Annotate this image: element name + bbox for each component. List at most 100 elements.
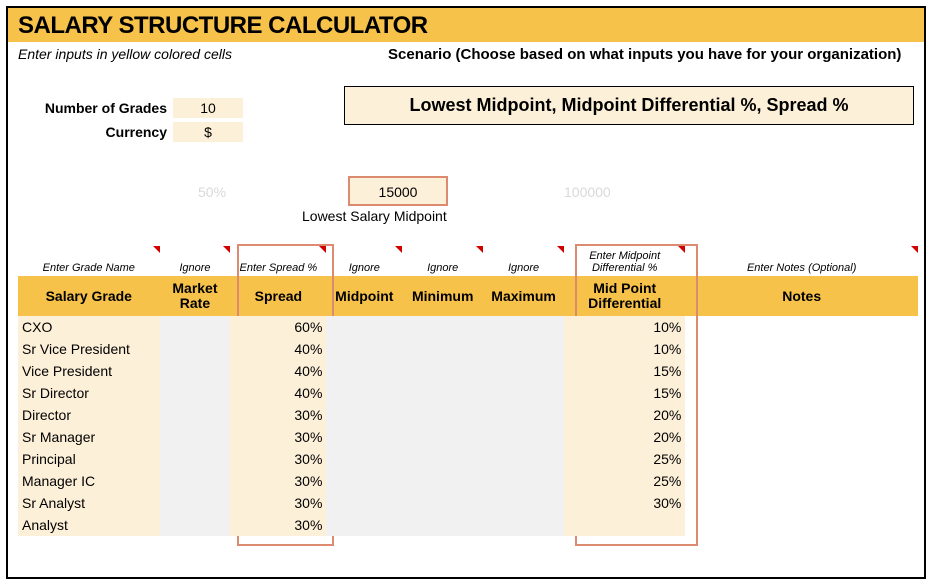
cell-spread[interactable]: 30% (230, 426, 326, 448)
cell-diff[interactable]: 10% (564, 316, 685, 338)
input-instructions: Enter inputs in yellow colored cells (18, 44, 388, 62)
cell-grade[interactable]: Sr Analyst (18, 492, 160, 514)
comment-indicator-icon (911, 246, 918, 253)
hdr-diff: Mid Point Differential (564, 276, 685, 316)
table-row: Sr Manager 30% 20% (18, 426, 918, 448)
hdr-grade: Salary Grade (18, 276, 160, 316)
comment-indicator-icon (319, 246, 326, 253)
cell-minimum (402, 360, 483, 382)
cell-diff[interactable] (564, 514, 685, 536)
cell-grade[interactable]: Analyst (18, 514, 160, 536)
table-row: Sr Vice President 40% 10% (18, 338, 918, 360)
cell-notes[interactable] (685, 514, 918, 536)
cell-midpoint (326, 470, 402, 492)
calculator-frame: SALARY STRUCTURE CALCULATOR Enter inputs… (6, 6, 926, 579)
cell-maximum (483, 426, 564, 448)
hint-midpoint: Ignore (326, 246, 402, 276)
cell-spread[interactable]: 40% (230, 338, 326, 360)
cell-maximum (483, 514, 564, 536)
cell-spread[interactable]: 30% (230, 448, 326, 470)
salary-table: Enter Grade Name Ignore Enter Spread % I… (18, 246, 918, 536)
cell-market (160, 316, 231, 338)
cell-diff[interactable]: 15% (564, 382, 685, 404)
scenario-label: Scenario (Choose based on what inputs yo… (388, 44, 901, 63)
cell-spread[interactable]: 40% (230, 360, 326, 382)
hint-row: Enter Grade Name Ignore Enter Spread % I… (18, 246, 918, 276)
cell-diff[interactable]: 20% (564, 404, 685, 426)
cell-spread[interactable]: 30% (230, 470, 326, 492)
cell-grade[interactable]: CXO (18, 316, 160, 338)
cell-diff[interactable]: 20% (564, 426, 685, 448)
cell-midpoint (326, 316, 402, 338)
cell-notes[interactable] (685, 404, 918, 426)
cell-notes[interactable] (685, 360, 918, 382)
cell-notes[interactable] (685, 338, 918, 360)
cell-maximum (483, 470, 564, 492)
cell-market (160, 448, 231, 470)
cell-diff[interactable]: 30% (564, 492, 685, 514)
cell-market (160, 338, 231, 360)
cell-market (160, 404, 231, 426)
hdr-maximum: Maximum (483, 276, 564, 316)
cell-grade[interactable]: Sr Manager (18, 426, 160, 448)
comment-indicator-icon (678, 246, 685, 253)
comment-indicator-icon (153, 246, 160, 253)
table-row: Director 30% 20% (18, 404, 918, 426)
cell-grade[interactable]: Manager IC (18, 470, 160, 492)
table-row: Sr Director 40% 15% (18, 382, 918, 404)
cell-grade[interactable]: Director (18, 404, 160, 426)
cell-diff[interactable]: 10% (564, 338, 685, 360)
hint-grade: Enter Grade Name (18, 246, 160, 276)
cell-spread[interactable]: 60% (230, 316, 326, 338)
cell-minimum (402, 338, 483, 360)
comment-indicator-icon (223, 246, 230, 253)
cell-notes[interactable] (685, 316, 918, 338)
cell-market (160, 426, 231, 448)
midpoint-row: 50% 15000 Lowest Salary Midpoint 100000 (8, 176, 924, 218)
hdr-notes: Notes (685, 276, 918, 316)
cell-diff[interactable]: 25% (564, 448, 685, 470)
cell-midpoint (326, 426, 402, 448)
table-row: Principal 30% 25% (18, 448, 918, 470)
table-row: Analyst 30% (18, 514, 918, 536)
cell-notes[interactable] (685, 492, 918, 514)
cell-diff[interactable]: 15% (564, 360, 685, 382)
cell-minimum (402, 404, 483, 426)
cell-minimum (402, 382, 483, 404)
cell-spread[interactable]: 30% (230, 492, 326, 514)
cell-notes[interactable] (685, 448, 918, 470)
cell-minimum (402, 470, 483, 492)
inputs-block: Number of Grades 10 Currency $ (18, 98, 243, 146)
cell-market (160, 382, 231, 404)
hdr-midpoint: Midpoint (326, 276, 402, 316)
cell-diff[interactable]: 25% (564, 470, 685, 492)
cell-market (160, 360, 231, 382)
cell-notes[interactable] (685, 382, 918, 404)
lowest-midpoint-input[interactable]: 15000 (348, 176, 448, 206)
cell-maximum (483, 316, 564, 338)
cell-maximum (483, 404, 564, 426)
cell-grade[interactable]: Sr Director (18, 382, 160, 404)
cell-midpoint (326, 404, 402, 426)
comment-indicator-icon (557, 246, 564, 253)
ghost-value-2: 100000 (564, 184, 611, 200)
cell-grade[interactable]: Sr Vice President (18, 338, 160, 360)
cell-spread[interactable]: 30% (230, 514, 326, 536)
cell-minimum (402, 514, 483, 536)
cell-grade[interactable]: Vice President (18, 360, 160, 382)
subhead-row: Enter inputs in yellow colored cells Sce… (8, 42, 924, 63)
hint-market: Ignore (160, 246, 231, 276)
cell-maximum (483, 360, 564, 382)
cell-grade[interactable]: Principal (18, 448, 160, 470)
currency-label: Currency (18, 124, 173, 140)
currency-input[interactable]: $ (173, 122, 243, 142)
cell-spread[interactable]: 30% (230, 404, 326, 426)
scenario-select[interactable]: Lowest Midpoint, Midpoint Differential %… (344, 86, 914, 125)
cell-notes[interactable] (685, 426, 918, 448)
cell-spread[interactable]: 40% (230, 382, 326, 404)
hdr-market: Market Rate (160, 276, 231, 316)
grades-input[interactable]: 10 (173, 98, 243, 118)
grades-label: Number of Grades (18, 100, 173, 116)
cell-notes[interactable] (685, 470, 918, 492)
table-row: Manager IC 30% 25% (18, 470, 918, 492)
